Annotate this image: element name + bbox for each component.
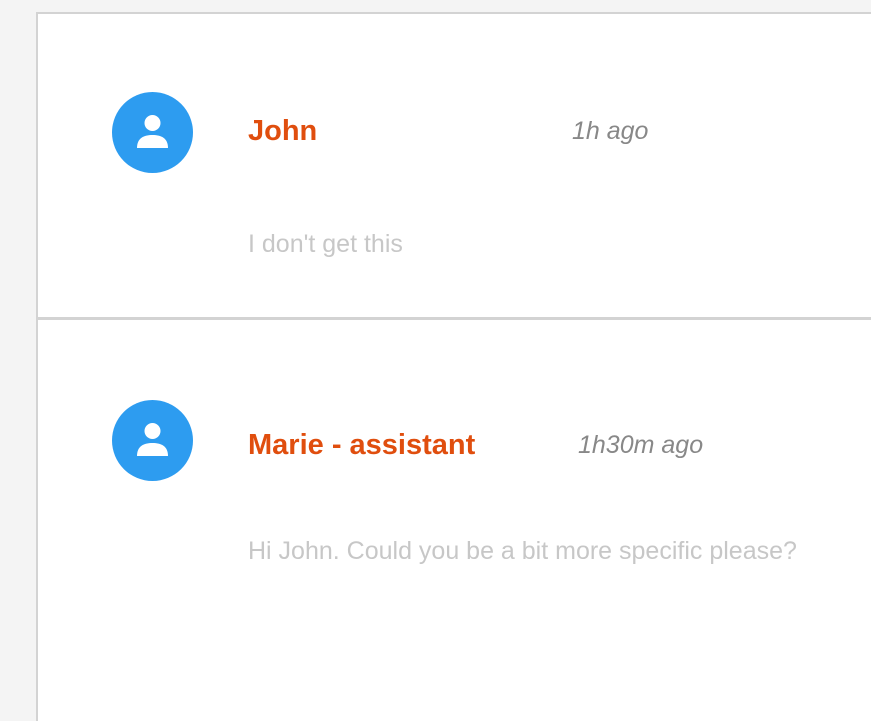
comment-item: Marie - assistant 1h30m ago Hi John. Cou…: [38, 320, 871, 721]
comment-thread: John 1h ago I don't get this Marie - ass…: [36, 12, 871, 721]
comment-author[interactable]: Marie - assistant: [248, 429, 475, 462]
comment-timestamp: 1h30m ago: [578, 431, 704, 459]
comment-author[interactable]: John: [248, 115, 317, 148]
comment-text: Hi John. Could you be a bit more specifi…: [248, 537, 797, 565]
comment-item: John 1h ago I don't get this: [38, 14, 871, 317]
user-icon: [137, 423, 168, 456]
comment-text: I don't get this: [248, 230, 403, 258]
comment-timestamp: 1h ago: [572, 117, 649, 145]
avatar[interactable]: [112, 400, 193, 481]
avatar[interactable]: [112, 92, 193, 173]
user-icon: [137, 115, 168, 148]
